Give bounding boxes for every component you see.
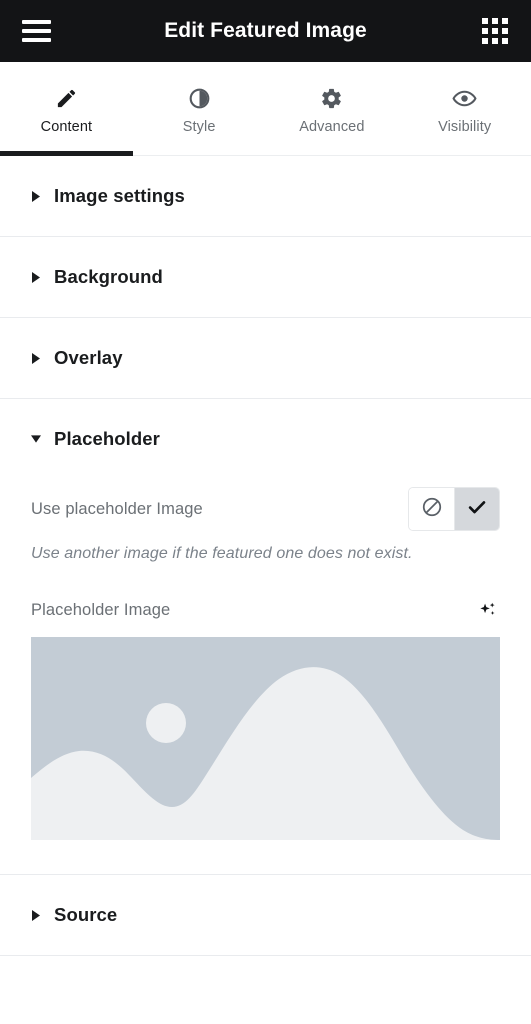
gear-icon bbox=[320, 86, 343, 110]
chevron-right-icon bbox=[31, 352, 41, 364]
grid-dot bbox=[502, 38, 508, 44]
tab-visibility[interactable]: Visibility bbox=[398, 62, 531, 155]
section-title: Placeholder bbox=[54, 428, 160, 450]
grid-dot bbox=[492, 18, 498, 24]
check-icon bbox=[466, 496, 488, 523]
top-bar: Edit Featured Image bbox=[0, 0, 531, 62]
block-disabled-icon bbox=[421, 496, 443, 523]
tab-advanced[interactable]: Advanced bbox=[266, 62, 399, 155]
grid-apps-icon[interactable] bbox=[475, 11, 515, 51]
choice-enabled[interactable] bbox=[454, 488, 499, 530]
section-title: Source bbox=[54, 904, 117, 926]
tab-bar: Content Style Advanced bbox=[0, 62, 531, 156]
chevron-right-icon bbox=[31, 190, 41, 202]
grid-dot bbox=[482, 18, 488, 24]
grid-dot bbox=[482, 28, 488, 34]
eye-icon bbox=[452, 86, 477, 110]
chevron-right-icon bbox=[31, 271, 41, 283]
tab-label: Advanced bbox=[299, 119, 364, 135]
section-title: Background bbox=[54, 266, 163, 288]
section-title: Overlay bbox=[54, 347, 123, 369]
section-header-placeholder[interactable]: Placeholder bbox=[0, 399, 531, 479]
page-title: Edit Featured Image bbox=[0, 19, 531, 43]
placeholder-image-label: Placeholder Image bbox=[31, 601, 170, 620]
placeholder-image-preview[interactable] bbox=[31, 637, 500, 840]
placeholder-image-label-row: Placeholder Image bbox=[31, 597, 500, 623]
sparkles-icon[interactable] bbox=[474, 597, 500, 623]
section-placeholder: Placeholder Use placeholder Image bbox=[0, 399, 531, 875]
grid-dot bbox=[502, 18, 508, 24]
grid-dot bbox=[492, 38, 498, 44]
hamburger-bar bbox=[22, 38, 51, 42]
section-image-settings: Image settings bbox=[0, 156, 531, 237]
section-background: Background bbox=[0, 237, 531, 318]
section-source: Source bbox=[0, 875, 531, 956]
chevron-right-icon bbox=[31, 909, 41, 921]
section-header-image-settings[interactable]: Image settings bbox=[0, 156, 531, 236]
tab-label: Visibility bbox=[438, 119, 491, 135]
section-header-source[interactable]: Source bbox=[0, 875, 531, 955]
placeholder-help-text: Use another image if the featured one do… bbox=[31, 545, 500, 563]
grid-dot bbox=[482, 38, 488, 44]
section-header-background[interactable]: Background bbox=[0, 237, 531, 317]
hamburger-bar bbox=[22, 20, 51, 24]
hamburger-bar bbox=[22, 29, 51, 33]
grid-dot bbox=[492, 28, 498, 34]
chevron-down-icon bbox=[31, 433, 41, 445]
tab-style[interactable]: Style bbox=[133, 62, 266, 155]
use-placeholder-label: Use placeholder Image bbox=[31, 500, 203, 519]
section-header-overlay[interactable]: Overlay bbox=[0, 318, 531, 398]
use-placeholder-toggle-group[interactable] bbox=[408, 487, 500, 531]
pencil-icon bbox=[55, 86, 78, 110]
section-overlay: Overlay bbox=[0, 318, 531, 399]
section-title: Image settings bbox=[54, 185, 185, 207]
choice-disabled[interactable] bbox=[409, 488, 454, 530]
contrast-icon bbox=[188, 86, 211, 110]
grid-dot bbox=[502, 28, 508, 34]
placeholder-section-body: Use placeholder Image bbox=[0, 479, 531, 874]
tab-label: Content bbox=[41, 119, 93, 135]
tab-content[interactable]: Content bbox=[0, 62, 133, 155]
tab-label: Style bbox=[183, 119, 216, 135]
hamburger-menu-icon[interactable] bbox=[14, 9, 58, 53]
edit-featured-image-panel: Edit Featured Image Content Style bbox=[0, 0, 531, 1024]
use-placeholder-row: Use placeholder Image bbox=[31, 479, 500, 531]
